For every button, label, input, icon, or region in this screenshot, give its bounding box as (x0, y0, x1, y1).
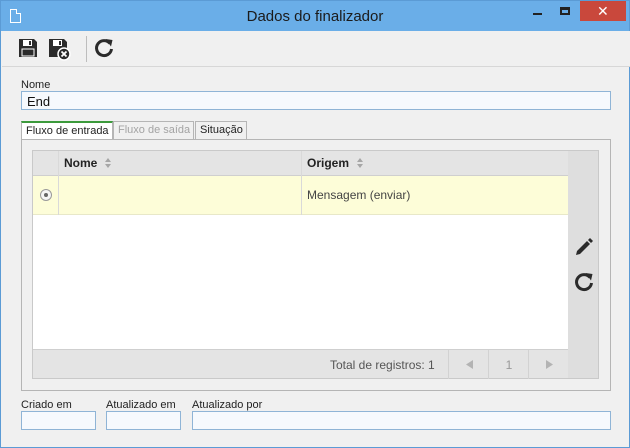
column-header-nome[interactable]: Nome (64, 156, 97, 170)
sort-icon[interactable] (104, 157, 112, 169)
save-button[interactable] (17, 37, 41, 61)
column-separator (301, 176, 302, 215)
tab-situacao[interactable]: Situação (195, 121, 247, 139)
column-header-origem[interactable]: Origem (307, 156, 349, 170)
pager-next-button[interactable] (528, 350, 568, 379)
records-grid: Nome Origem Mensagem (enviar) Total de r… (32, 150, 569, 379)
column-separator (58, 176, 59, 215)
save-icon (19, 39, 37, 57)
column-separator (301, 151, 302, 176)
close-icon: ✕ (597, 4, 609, 20)
pager-previous-button[interactable] (448, 350, 488, 379)
edit-button[interactable] (573, 236, 595, 258)
tab-fluxo-de-saida[interactable]: Fluxo de saída (113, 121, 194, 139)
table-row[interactable]: Mensagem (enviar) (33, 176, 568, 215)
tab-fluxo-de-entrada[interactable]: Fluxo de entrada (21, 121, 113, 140)
criado-em-label: Criado em (21, 399, 72, 411)
total-records: Total de registros: 1 (330, 358, 435, 372)
column-separator (58, 151, 59, 176)
grid-header: Nome Origem (33, 151, 568, 176)
row-select-radio[interactable] (40, 189, 52, 201)
save-and-close-icon (49, 39, 71, 61)
atualizado-por-label: Atualizado por (192, 399, 263, 411)
sort-icon[interactable] (356, 157, 364, 169)
grid-side-toolbar (568, 150, 599, 379)
close-button[interactable]: ✕ (580, 1, 626, 21)
pager-current-page[interactable]: 1 (488, 350, 528, 379)
nome-label: Nome (21, 79, 51, 91)
maximize-button[interactable] (552, 1, 578, 21)
atualizado-por-field[interactable] (192, 411, 611, 430)
refresh-icon (95, 39, 113, 58)
refresh-button[interactable] (93, 37, 117, 61)
triangle-left-icon (466, 360, 473, 369)
pencil-icon (576, 238, 593, 255)
dialog-window: Dados do finalizador ✕ Nome End Fluxo de… (0, 0, 630, 448)
atualizado-em-label: Atualizado em (106, 399, 176, 411)
maximize-icon (560, 7, 570, 15)
page-number: 1 (505, 358, 513, 372)
grid-footer: Total de registros: 1 1 (33, 349, 568, 379)
refresh-icon (575, 273, 593, 292)
toolbar (2, 31, 630, 67)
minimize-button[interactable] (524, 1, 550, 21)
save-and-close-button[interactable] (47, 37, 71, 61)
criado-em-field[interactable] (21, 411, 96, 430)
nome-field[interactable]: End (21, 91, 611, 110)
cell-origem: Mensagem (enviar) (307, 188, 411, 202)
atualizado-em-field[interactable] (106, 411, 181, 430)
grid-refresh-button[interactable] (573, 271, 595, 293)
triangle-right-icon (546, 360, 553, 369)
minimize-icon (533, 13, 542, 15)
toolbar-separator (86, 36, 87, 62)
title-bar[interactable]: Dados do finalizador ✕ (1, 1, 629, 31)
